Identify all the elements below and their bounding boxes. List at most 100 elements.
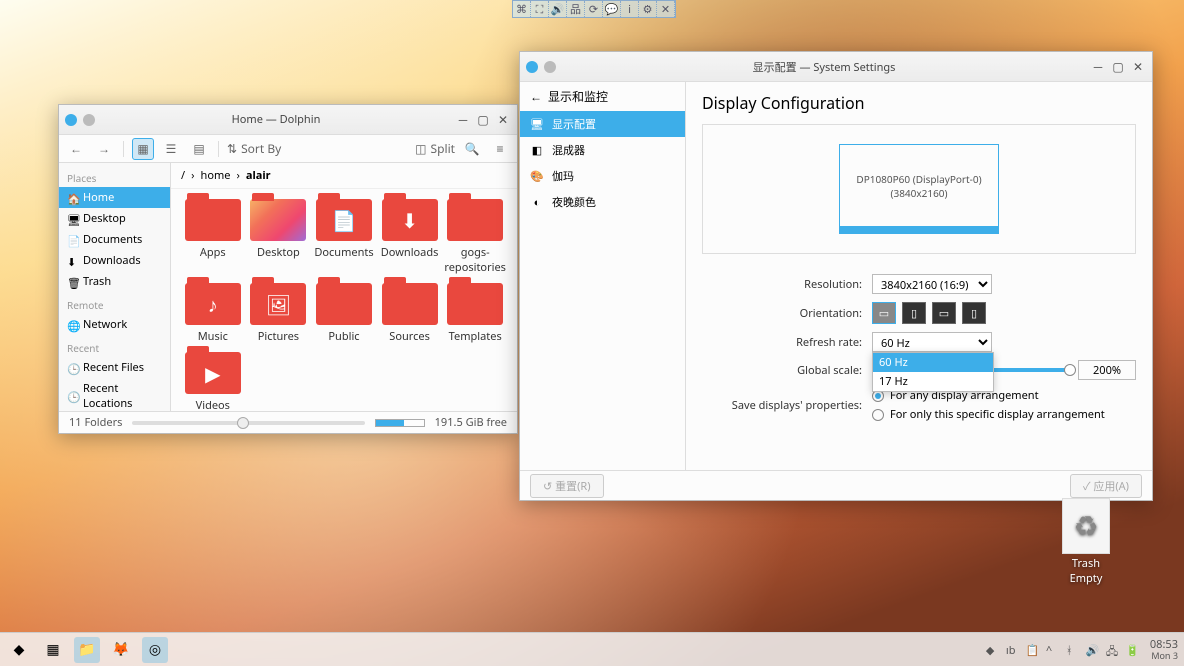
app-icon [526,61,538,73]
folder-music[interactable]: ♪ Music [181,283,245,344]
folder-label: Public [328,329,359,344]
sidebar-item-network[interactable]: 🌐Network [59,314,170,335]
toptray-item-6[interactable]: ℹ [621,1,639,17]
folder-sources[interactable]: Sources [378,283,442,344]
folder-apps[interactable]: Apps [181,199,245,275]
compact-view-button[interactable]: ☰ [160,138,182,160]
folder-icon [447,283,503,325]
search-button[interactable]: 🔍 [461,138,483,160]
orient-normal[interactable]: ▭ [872,302,896,324]
tray-clipboard-icon[interactable]: 📋 [1026,643,1038,655]
tray-volume-icon[interactable]: 🔊 [1086,643,1098,655]
toptray-item-7[interactable]: ⚙ [639,1,657,17]
split-button[interactable]: ◫ Split [415,138,455,160]
display-rect[interactable]: DP1080P60 (DisplayPort-0) (3840x2160) [839,144,999,234]
scale-spinbox[interactable]: 200% [1078,360,1136,380]
settings-nav-混成器[interactable]: ◧混成器 [520,137,685,163]
maximize-button[interactable]: ▢ [1110,59,1126,75]
pin-icon[interactable] [83,114,95,126]
toptray-item-3[interactable]: 品 [567,1,585,17]
sidebar-item-recent-locations[interactable]: 🕒Recent Locations [59,378,170,411]
breadcrumb-home[interactable]: home [201,168,231,183]
folder-downloads[interactable]: ⬇Downloads [378,199,442,275]
toptray-item-8[interactable]: ✕ [657,1,675,17]
zoom-slider[interactable] [132,421,364,425]
breadcrumb-user[interactable]: alair [246,168,271,183]
settings-nav-夜晚颜色[interactable]: ◐夜晚颜色 [520,189,685,215]
folder-label: Templates [449,329,502,344]
sidebar-item-home[interactable]: 🏠Home [59,187,170,208]
disk-usage-bar [375,419,425,427]
clock[interactable]: 08:53 Mon 3 [1150,639,1178,661]
sidebar-item-recent-files[interactable]: 🕒Recent Files [59,357,170,378]
tray-update-icon[interactable]: ◆ [986,643,998,655]
toptray-item-1[interactable]: ⛶ [531,1,549,17]
toptray-item-5[interactable]: 💬 [603,1,621,17]
task-dolphin[interactable]: 📁 [74,637,100,663]
folder-label: Downloads [381,245,439,260]
dolphin-sidebar: Places 🏠Home🖥Desktop📄Documents⬇Downloads… [59,163,171,411]
icon-view-button[interactable]: ▦ [132,138,154,160]
back-button[interactable]: ← 显示和监控 [520,82,685,111]
desktop-pager[interactable]: ▦ [40,637,66,663]
sidebar-item-downloads[interactable]: ⬇Downloads [59,250,170,271]
app-launcher[interactable]: ◆ [6,637,32,663]
back-button[interactable]: ← [65,138,87,160]
minimize-button[interactable]: ─ [455,112,471,128]
resolution-label: Resolution: [702,277,862,292]
display-arrangement[interactable]: DP1080P60 (DisplayPort-0) (3840x2160) [702,124,1136,254]
folder-public[interactable]: Public [312,283,376,344]
folder-label: Music [198,329,228,344]
toptray-item-2[interactable]: 🔊 [549,1,567,17]
maximize-button[interactable]: ▢ [475,112,491,128]
settings-nav-伽玛[interactable]: 🎨伽玛 [520,163,685,189]
sidebar-item-desktop[interactable]: 🖥Desktop [59,208,170,229]
dolphin-titlebar[interactable]: Home — Dolphin ─ ▢ ✕ [59,105,517,135]
tray-bluetooth-icon[interactable]: ᚼ [1066,643,1078,655]
orient-180[interactable]: ▭ [932,302,956,324]
close-button[interactable]: ✕ [495,112,511,128]
task-settings[interactable]: ◎ [142,637,168,663]
forward-button[interactable]: → [93,138,115,160]
apply-button[interactable]: ✓ 应用(A) [1070,474,1142,498]
sidebar-item-documents[interactable]: 📄Documents [59,229,170,250]
details-view-button[interactable]: ▤ [188,138,210,160]
radio-specific-arrangement[interactable]: For only this specific display arrangeme… [872,407,1136,422]
desktop-trash[interactable]: ♻ Trash Empty [1058,498,1114,586]
resolution-select[interactable]: 3840x2160 (16:9) [872,274,992,294]
folder-icon: ♪ [185,283,241,325]
tray-input-icon[interactable]: ıb [1006,643,1018,655]
folder-desktop[interactable]: Desktop [247,199,311,275]
tray-battery-icon[interactable]: 🔋 [1126,643,1138,655]
close-button[interactable]: ✕ [1130,59,1146,75]
folder-pictures[interactable]: 🖼Pictures [247,283,311,344]
menu-button[interactable]: ≡ [489,138,511,160]
breadcrumb-root[interactable]: / [181,168,185,183]
toptray-item-0[interactable]: ⌘ [513,1,531,17]
task-firefox[interactable]: 🦊 [108,637,134,663]
refresh-select[interactable]: 60 Hz [872,332,992,352]
folder-icon [382,283,438,325]
free-space: 191.5 GiB free [435,415,507,430]
pin-icon[interactable] [544,61,556,73]
folder-gogs-repositories[interactable]: gogs-repositories [443,199,507,275]
settings-titlebar[interactable]: 显示配置 — System Settings ─ ▢ ✕ [520,52,1152,82]
refresh-option-60[interactable]: 60 Hz [873,353,993,372]
tray-chevron-icon[interactable]: ^ [1046,643,1058,655]
minimize-button[interactable]: ─ [1090,59,1106,75]
breadcrumb[interactable]: /› home› alair [171,163,517,189]
refresh-option-17[interactable]: 17 Hz [873,372,993,391]
orient-270[interactable]: ▯ [962,302,986,324]
folder-videos[interactable]: ▶Videos [181,352,245,411]
toptray-item-4[interactable]: ⟳ [585,1,603,17]
sort-icon[interactable]: ⇅ Sort By [227,138,281,160]
reset-button[interactable]: ↺ 重置(R) [530,474,604,498]
tray-network-icon[interactable]: 🖧 [1106,643,1118,655]
folder-label: Documents [314,245,373,260]
dolphin-toolbar: ← → ▦ ☰ ▤ ⇅ Sort By ◫ Split 🔍 ≡ [59,135,517,163]
settings-nav-显示配置[interactable]: 🖥显示配置 [520,111,685,137]
folder-documents[interactable]: 📄Documents [312,199,376,275]
orient-90[interactable]: ▯ [902,302,926,324]
folder-templates[interactable]: Templates [443,283,507,344]
sidebar-item-trash[interactable]: 🗑Trash [59,271,170,292]
